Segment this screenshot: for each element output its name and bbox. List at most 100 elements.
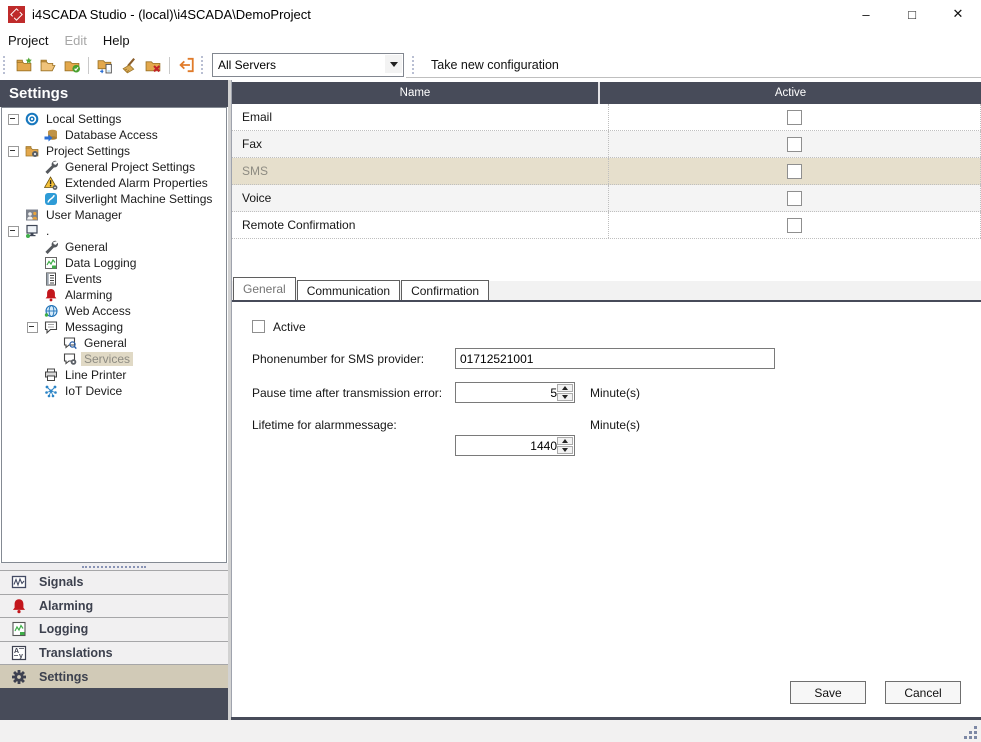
table-header: Name Active (232, 82, 981, 104)
save-button[interactable]: Save (790, 681, 866, 704)
tab-communication[interactable]: Communication (296, 280, 401, 300)
nav-translations[interactable]: Ay Translations (0, 640, 228, 665)
toolbar-grip[interactable] (412, 56, 418, 74)
spin-down-icon[interactable] (557, 446, 573, 454)
spin-down-icon[interactable] (557, 393, 573, 401)
tree-item-line-printer[interactable]: Line Printer (2, 367, 226, 383)
tree-item-database-access[interactable]: Database Access (2, 127, 226, 143)
table-row[interactable]: Email (232, 104, 981, 131)
table-row[interactable]: Remote Confirmation (232, 212, 981, 239)
take-new-configuration-button[interactable]: Take new configuration (431, 58, 559, 72)
table-row[interactable]: Fax (232, 131, 981, 158)
tree-item-extended-alarm-properties[interactable]: Extended Alarm Properties (2, 175, 226, 191)
phonenumber-input[interactable] (455, 348, 775, 369)
pause-time-stepper[interactable] (455, 382, 575, 403)
maximize-button[interactable]: □ (889, 0, 935, 28)
tree-item-messaging-general[interactable]: General (2, 335, 226, 351)
delete-project-icon[interactable] (141, 54, 165, 76)
table-row[interactable]: Voice (232, 185, 981, 212)
collapse-icon[interactable] (8, 225, 19, 237)
toolbar-grip[interactable] (201, 56, 207, 74)
clean-icon[interactable] (117, 54, 141, 76)
publish-project-icon[interactable] (60, 54, 84, 76)
active-checkbox[interactable] (787, 217, 802, 233)
gear-icon (12, 669, 26, 684)
pause-time-value[interactable] (456, 383, 561, 402)
cancel-button[interactable]: Cancel (885, 681, 961, 704)
close-button[interactable]: ✕ (935, 0, 981, 28)
resize-grip[interactable] (963, 725, 977, 739)
nav-label: Alarming (39, 598, 94, 613)
row-name: Remote Confirmation (232, 212, 609, 238)
tree-item-events[interactable]: Events (2, 271, 226, 287)
tree-item-alarming[interactable]: Alarming (2, 287, 226, 303)
pause-time-unit: Minute(s) (590, 385, 641, 400)
active-checkbox[interactable] (787, 163, 802, 179)
tree-item-general[interactable]: General (2, 239, 226, 255)
collapse-icon[interactable] (27, 321, 38, 333)
gear-blue-icon (25, 112, 39, 126)
new-project-icon[interactable] (12, 54, 36, 76)
data-logging-icon (45, 257, 57, 269)
lifetime-unit: Minute(s) (590, 417, 641, 432)
server-select[interactable]: All Servers (212, 53, 404, 77)
column-header-name[interactable]: Name (232, 82, 600, 104)
server-select-value: All Servers (218, 58, 277, 72)
toolbar-grip[interactable] (3, 56, 9, 74)
tree-item-iot-device[interactable]: IoT Device (2, 383, 226, 399)
tab-confirmation[interactable]: Confirmation (401, 280, 490, 300)
globe-icon (44, 304, 58, 318)
import-icon[interactable] (174, 54, 198, 76)
menu-help[interactable]: Help (95, 30, 138, 51)
bell-icon (45, 289, 57, 302)
toolbar: All Servers Take new configuration (0, 52, 981, 78)
sidebar-splitter[interactable] (0, 563, 228, 570)
title-bar: i4SCADA Studio - (local)\i4SCADA\DemoPro… (0, 0, 981, 28)
dropdown-arrow-icon[interactable] (385, 55, 402, 73)
window-title: i4SCADA Studio - (local)\i4SCADA\DemoPro… (32, 6, 311, 22)
active-checkbox[interactable] (252, 320, 265, 333)
nav-alarming[interactable]: Alarming (0, 593, 228, 618)
nav-logging[interactable]: Logging (0, 617, 228, 641)
spin-up-icon[interactable] (557, 384, 573, 392)
active-checkbox[interactable] (787, 109, 802, 125)
row-name: Email (232, 104, 609, 130)
tab-general[interactable]: General (233, 277, 296, 300)
tree-item-web-access[interactable]: Web Access (2, 303, 226, 319)
tree-item-server-node[interactable]: . (2, 223, 226, 239)
tree-item-general-project-settings[interactable]: General Project Settings (2, 159, 226, 175)
svg-text:y: y (19, 653, 23, 660)
copy-to-device-icon[interactable] (93, 54, 117, 76)
translations-icon: Ay (11, 645, 27, 661)
tree-item-messaging[interactable]: Messaging (2, 319, 226, 335)
nav-settings[interactable]: Settings (0, 664, 228, 688)
active-checkbox[interactable] (787, 190, 802, 206)
app-window: i4SCADA Studio - (local)\i4SCADA\DemoPro… (0, 0, 981, 742)
column-header-active[interactable]: Active (600, 82, 981, 104)
tree-item-project-settings[interactable]: Project Settings (2, 143, 226, 159)
lifetime-stepper[interactable] (455, 435, 575, 456)
menu-bar: Project Edit Help (0, 28, 981, 52)
lifetime-value[interactable] (456, 436, 561, 455)
tree-item-data-logging[interactable]: Data Logging (2, 255, 226, 271)
active-checkbox[interactable] (787, 136, 802, 152)
nav-label: Signals (39, 575, 84, 590)
minimize-button[interactable]: – (843, 0, 889, 28)
open-project-icon[interactable] (36, 54, 60, 76)
collapse-icon[interactable] (8, 113, 19, 125)
nav-signals[interactable]: Signals (0, 570, 228, 594)
app-logo-icon (8, 5, 25, 23)
tree-item-local-settings[interactable]: Local Settings (2, 111, 226, 127)
tree-item-messaging-services[interactable]: Services (2, 351, 226, 367)
toolbar-divider (406, 77, 981, 78)
tree-item-silverlight-machine-settings[interactable]: Silverlight Machine Settings (2, 191, 226, 207)
table-row-selected[interactable]: SMS (232, 158, 981, 185)
toolbar-separator (88, 56, 89, 74)
menu-project[interactable]: Project (0, 30, 56, 51)
nav-label: Logging (39, 622, 89, 637)
tree-item-user-manager[interactable]: User Manager (2, 207, 226, 223)
spin-up-icon[interactable] (557, 437, 573, 445)
lifetime-label: Lifetime for alarmmessage: (252, 417, 397, 432)
silverlight-icon (45, 193, 57, 205)
collapse-icon[interactable] (8, 145, 19, 157)
